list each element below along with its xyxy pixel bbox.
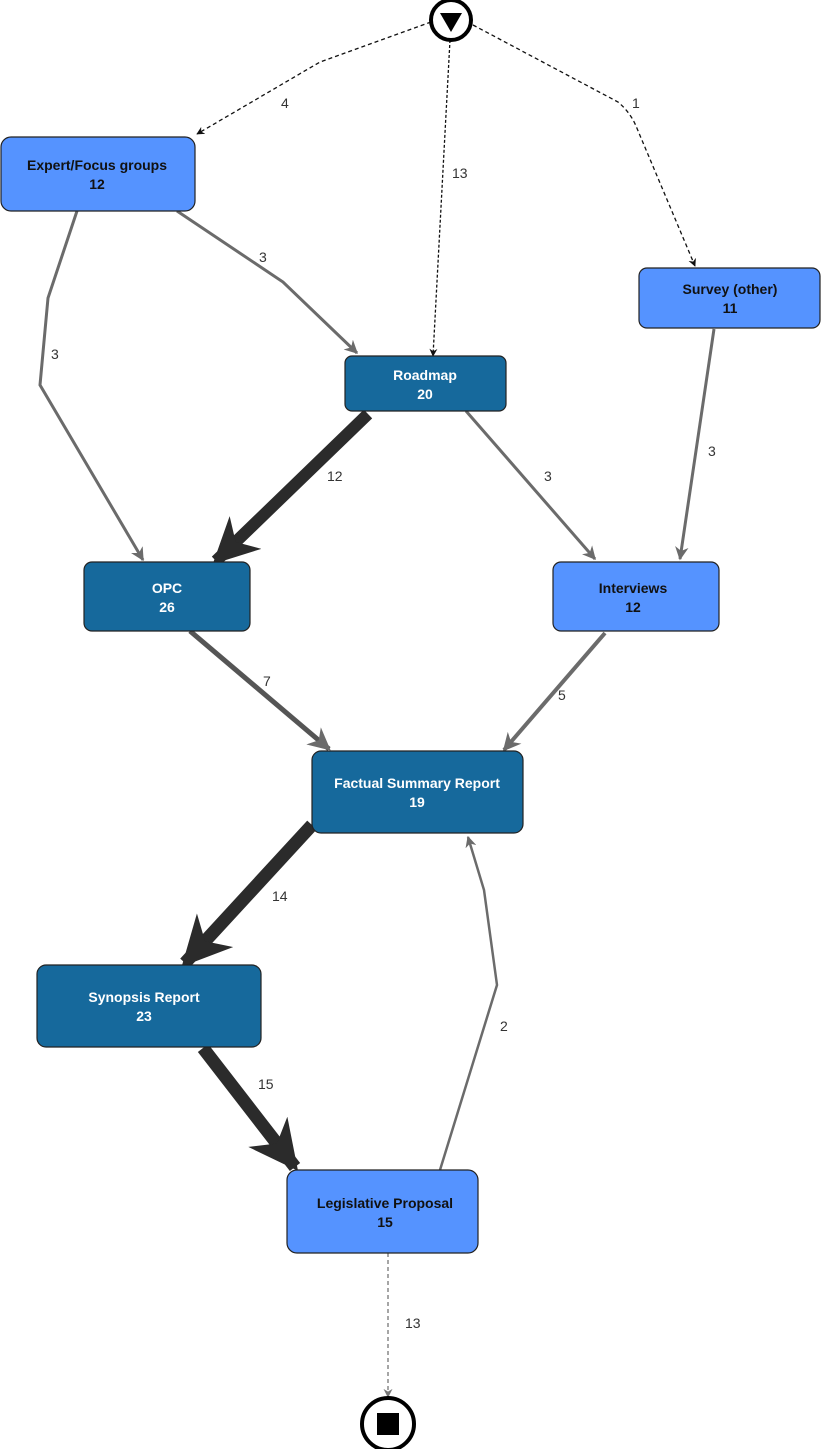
edge-opc-fsr[interactable]: 7 — [188, 629, 331, 751]
edge-roadmap-opc[interactable]: 12 — [211, 409, 373, 566]
edge-expert-roadmap[interactable]: 3 — [176, 209, 359, 355]
edge-legprop-end[interactable]: 13 — [383, 1253, 421, 1398]
end-event[interactable] — [360, 1396, 416, 1449]
node-count: 20 — [417, 386, 433, 402]
edge-start-expert[interactable]: 4 — [196, 21, 432, 135]
edge-start-survey[interactable]: 1 — [472, 24, 696, 267]
node-name: OPC — [152, 580, 182, 596]
node-roadmap[interactable]: Roadmap 20 — [344, 355, 507, 412]
edge-interviews-fsr[interactable]: 5 — [502, 631, 607, 752]
node-count: 23 — [136, 1008, 152, 1024]
node-name: Factual Summary Report — [334, 775, 500, 791]
node-interviews[interactable]: Interviews 12 — [552, 561, 720, 632]
edge-label: 15 — [258, 1076, 274, 1092]
node-name: Expert/Focus groups — [27, 157, 167, 173]
node-count: 19 — [409, 794, 425, 810]
process-map: 4 13 1 3 3 12 3 3 7 5 14 15 2 13 Expert/… — [0, 0, 821, 1449]
square-stop-icon — [377, 1413, 399, 1435]
edge-legprop-fsr[interactable]: 2 — [438, 835, 508, 1171]
node-count: 12 — [89, 176, 105, 192]
edge-label: 12 — [327, 468, 343, 484]
edge-label: 2 — [500, 1018, 508, 1034]
node-count: 15 — [377, 1214, 393, 1230]
edge-label: 7 — [263, 673, 271, 689]
node-survey-other[interactable]: Survey (other) 11 — [638, 267, 821, 329]
edge-label: 3 — [51, 346, 59, 362]
edge-label: 13 — [405, 1315, 421, 1331]
edge-label: 1 — [632, 95, 640, 111]
start-event[interactable] — [429, 0, 473, 42]
edge-label: 3 — [259, 249, 267, 265]
node-factual-summary-report[interactable]: Factual Summary Report 19 — [311, 750, 524, 834]
node-synopsis-report[interactable]: Synopsis Report 23 — [36, 964, 262, 1048]
node-legislative-proposal[interactable]: Legislative Proposal 15 — [286, 1169, 479, 1254]
edge-expert-opc[interactable]: 3 — [38, 210, 145, 562]
nodes: Expert/Focus groups 12 Survey (other) 11… — [0, 136, 821, 1254]
edge-survey-interviews[interactable]: 3 — [675, 328, 716, 561]
edge-fsr-synopsis[interactable]: 14 — [180, 820, 317, 968]
edge-label: 4 — [281, 95, 289, 111]
edge-label: 14 — [272, 888, 288, 904]
node-name: Interviews — [599, 580, 668, 596]
node-count: 12 — [625, 599, 641, 615]
node-count: 11 — [723, 300, 738, 316]
node-expert-focus-groups[interactable]: Expert/Focus groups 12 — [0, 136, 196, 212]
edge-label: 13 — [452, 165, 468, 181]
node-count: 26 — [159, 599, 175, 615]
node-opc[interactable]: OPC 26 — [83, 561, 251, 632]
node-name: Survey (other) — [683, 281, 778, 297]
node-name: Roadmap — [393, 367, 457, 383]
edge-label: 5 — [558, 687, 566, 703]
edge-label: 3 — [708, 443, 716, 459]
edge-start-roadmap[interactable]: 13 — [429, 39, 468, 357]
node-name: Synopsis Report — [88, 989, 200, 1005]
edge-label: 3 — [544, 468, 552, 484]
edge-synopsis-legprop[interactable]: 15 — [197, 1044, 301, 1171]
edge-roadmap-interviews[interactable]: 3 — [464, 410, 597, 561]
node-name: Legislative Proposal — [317, 1195, 453, 1211]
